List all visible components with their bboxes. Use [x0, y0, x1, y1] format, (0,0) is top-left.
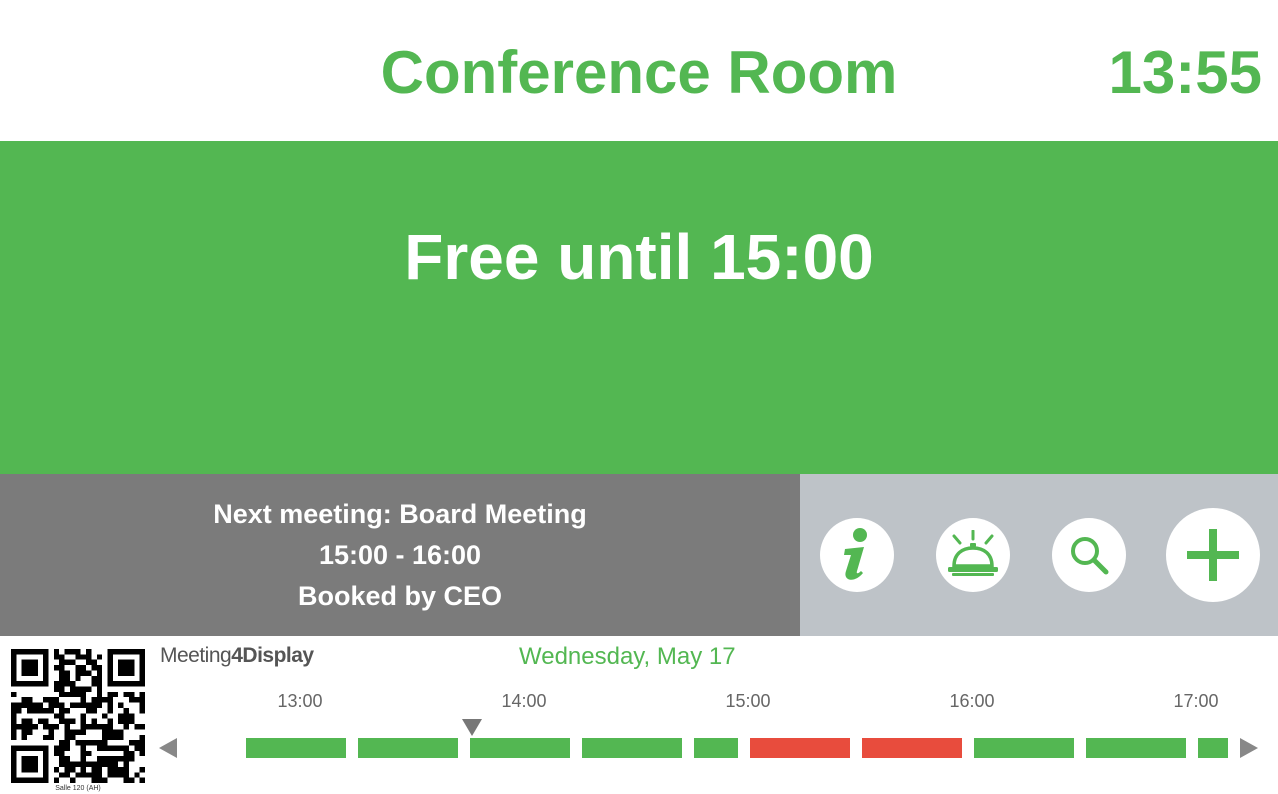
info-icon: [844, 528, 867, 580]
timeline-slot-free[interactable]: [582, 738, 682, 758]
service-bell-button[interactable]: [936, 518, 1010, 592]
timeline-hour-label: 16:00: [949, 691, 995, 711]
next-meeting-organizer: Booked by CEO: [297, 580, 503, 611]
info-button[interactable]: [820, 518, 894, 592]
brand-logo-text-2: 4: [231, 644, 243, 667]
brand-logo: Meeting4Display: [160, 643, 314, 669]
timeline-slot-free[interactable]: [470, 738, 570, 758]
timeline-slot-free[interactable]: [694, 738, 738, 758]
service-bell-icon: [948, 530, 998, 576]
search-button[interactable]: [1052, 518, 1126, 592]
qr-code-label: Salle 120 (AH): [55, 785, 101, 792]
timeline-previous-arrow[interactable]: [159, 738, 177, 758]
qr-code: [11, 649, 145, 783]
timeline-slot-free[interactable]: [1198, 738, 1228, 758]
brand-logo-text-1: Meeting: [160, 644, 232, 667]
timeline-date: Wednesday, May 17: [519, 643, 736, 670]
timeline-hour-label: 15:00: [725, 691, 771, 711]
plus-icon: [1187, 529, 1239, 581]
brand-logo-text-3: Display: [242, 644, 314, 667]
timeline-slot-free[interactable]: [1086, 738, 1186, 758]
next-meeting-title: Next meeting: Board Meeting: [213, 498, 587, 529]
timeline-hour-label: 14:00: [501, 691, 547, 711]
current-time-clock: 13:55: [1108, 39, 1262, 106]
timeline-slot-free[interactable]: [358, 738, 458, 758]
timeline-slot-free[interactable]: [246, 738, 346, 758]
add-booking-button[interactable]: [1166, 508, 1260, 602]
timeline-slot-free[interactable]: [974, 738, 1074, 758]
timeline-slot-booked[interactable]: [862, 738, 962, 758]
current-time-marker: [462, 719, 483, 736]
next-meeting-panel: Next meeting: Board Meeting 15:00 - 16:0…: [0, 474, 800, 636]
search-icon: [1071, 537, 1109, 575]
timeline-hour-label: 13:00: [277, 691, 323, 711]
availability-status-panel: [0, 141, 1278, 474]
actions-panel: [800, 474, 1278, 636]
timeline-slot-booked[interactable]: [750, 738, 850, 758]
header-bar: Conference Room 13:55: [0, 0, 1278, 141]
next-meeting-time: 15:00 - 16:00: [318, 539, 482, 570]
timeline-hour-label: 17:00: [1173, 691, 1219, 711]
timeline-next-arrow[interactable]: [1240, 738, 1258, 758]
availability-status-text: Free until 15:00: [404, 221, 874, 293]
room-name: Conference Room: [380, 39, 898, 106]
